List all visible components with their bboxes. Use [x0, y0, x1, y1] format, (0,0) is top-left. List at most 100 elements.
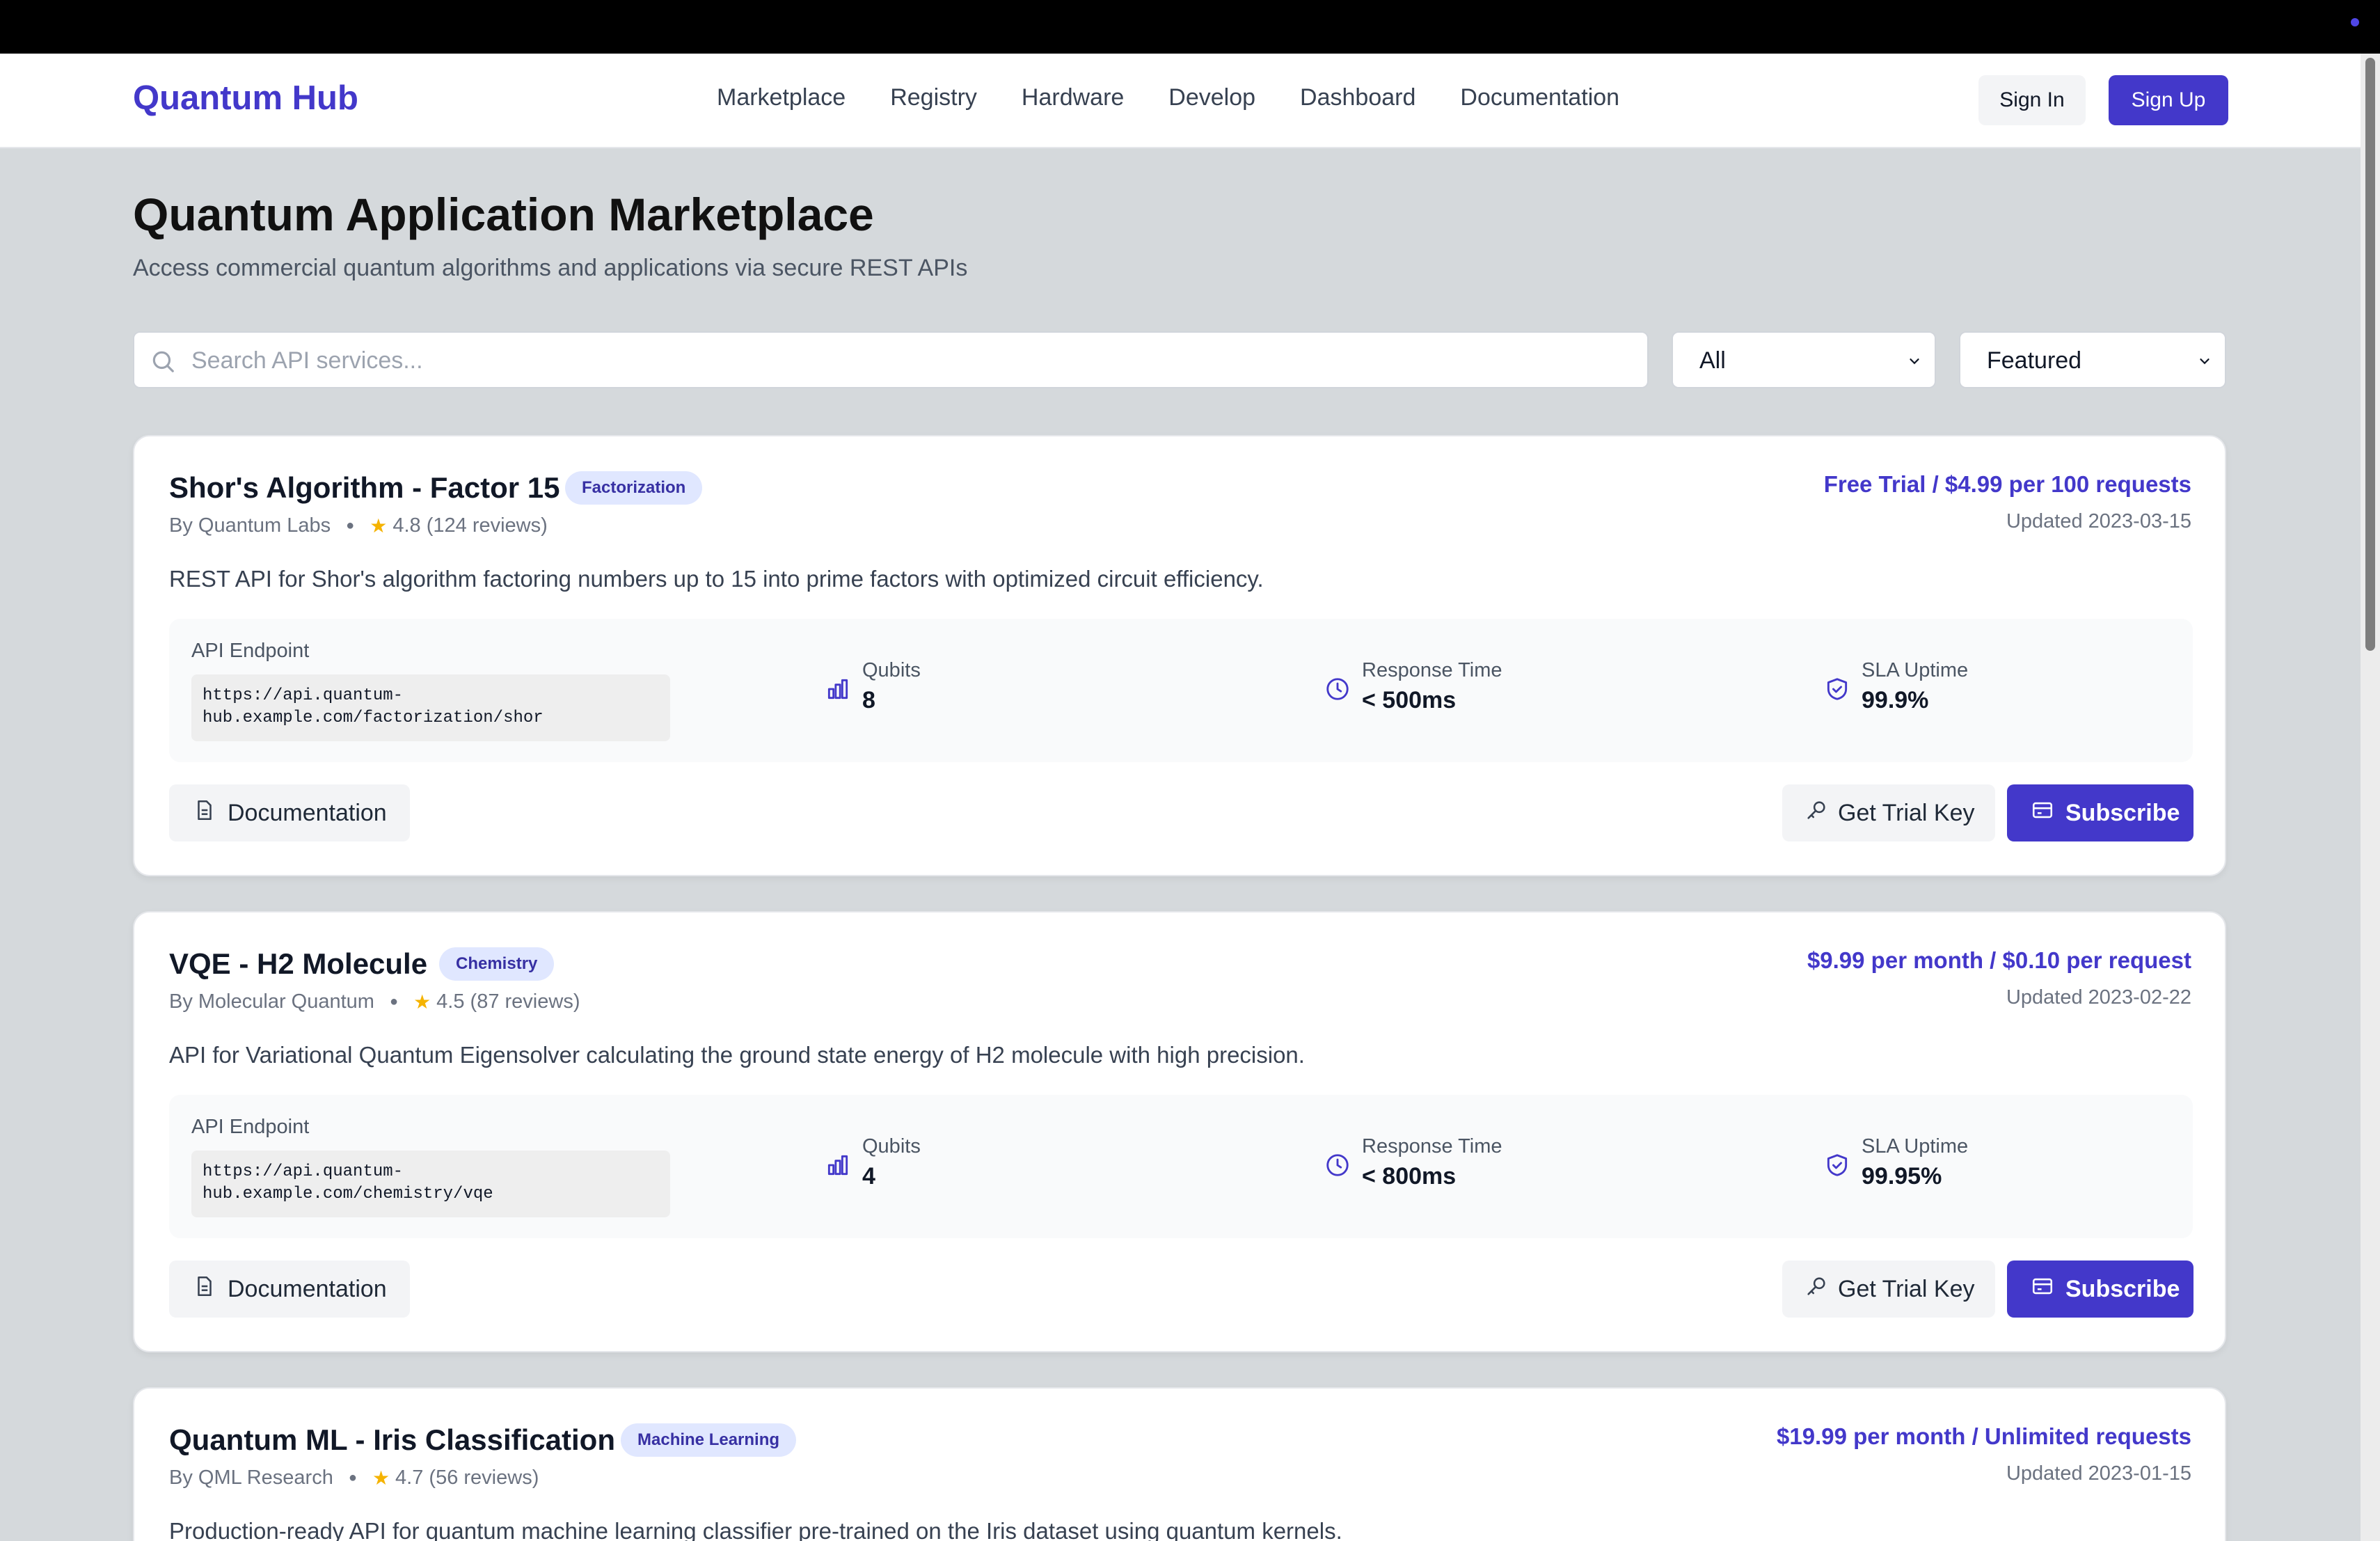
sort-select[interactable]: Featured [1959, 331, 2226, 388]
bar-chart-icon [825, 1152, 851, 1182]
star-icon: ★ [413, 991, 431, 1013]
get-trial-key-label: Get Trial Key [1838, 799, 1975, 826]
documentation-button-label: Documentation [228, 1275, 387, 1302]
get-trial-key-label: Get Trial Key [1838, 1275, 1975, 1302]
endpoint-label: API Endpoint [191, 1116, 310, 1138]
credit-card-icon [2031, 1274, 2054, 1304]
service-updated: Updated 2023-01-15 [2006, 1462, 2191, 1485]
key-icon [1804, 798, 1828, 828]
subscribe-button[interactable]: Subscribe [2007, 1261, 2193, 1318]
page-title: Quantum Application Marketplace [133, 189, 874, 240]
sla-uptime-value: 99.9% [1862, 687, 1929, 713]
service-description: Production-ready API for quantum machine… [169, 1518, 1342, 1541]
navbar: Quantum Hub Marketplace Registry Hardwar… [0, 54, 2361, 148]
documentation-button-label: Documentation [228, 799, 387, 826]
sla-uptime-label: SLA Uptime [1862, 1135, 1969, 1157]
nav-link-registry[interactable]: Registry [890, 84, 977, 111]
chevron-down-icon [1907, 354, 1922, 372]
key-icon [1804, 1274, 1828, 1304]
service-info-panel: API Endpoint https://api.quantum- hub.ex… [169, 619, 2193, 762]
service-description: REST API for Shor's algorithm factoring … [169, 566, 1264, 592]
get-trial-key-button[interactable]: Get Trial Key [1782, 1261, 1995, 1318]
response-time-value: < 500ms [1362, 687, 1457, 713]
page-subtitle: Access commercial quantum algorithms and… [133, 255, 968, 281]
service-title[interactable]: Shor's Algorithm - Factor 15 [169, 471, 560, 505]
response-time-label: Response Time [1362, 1135, 1502, 1157]
documentation-button[interactable]: Documentation [169, 784, 410, 841]
service-updated: Updated 2023-03-15 [2006, 510, 2191, 532]
clock-icon [1324, 676, 1351, 706]
endpoint-url[interactable]: https://api.quantum- hub.example.com/che… [191, 1151, 670, 1217]
endpoint-url[interactable]: https://api.quantum- hub.example.com/fac… [191, 674, 670, 741]
shield-check-icon [1824, 676, 1850, 706]
sla-uptime-value: 99.95% [1862, 1163, 1942, 1190]
sort-select-value: Featured [1987, 347, 2082, 374]
service-title[interactable]: VQE - H2 Molecule [169, 947, 427, 981]
qubits-value: 8 [862, 687, 875, 713]
service-rating: 4.8 (124 reviews) [392, 514, 548, 537]
service-card: Quantum ML - Iris Classification Machine… [133, 1387, 2226, 1541]
nav-link-documentation[interactable]: Documentation [1460, 84, 1619, 111]
service-author: By Molecular Quantum [169, 990, 374, 1013]
service-meta: By Quantum Labs ● ★ 4.8 (124 reviews) [169, 514, 548, 537]
subscribe-button-label: Subscribe [2065, 1275, 2180, 1302]
category-tag: Chemistry [439, 947, 555, 981]
service-title[interactable]: Quantum ML - Iris Classification [169, 1423, 615, 1457]
service-author: By Quantum Labs [169, 514, 331, 537]
service-card: Shor's Algorithm - Factor 15 Factorizati… [133, 435, 2226, 876]
page-scrollbar[interactable] [2361, 54, 2380, 1541]
get-trial-key-button[interactable]: Get Trial Key [1782, 784, 1995, 841]
response-time-label: Response Time [1362, 659, 1502, 681]
category-select[interactable]: All [1672, 331, 1936, 388]
qubits-value: 4 [862, 1163, 875, 1190]
category-tag: Factorization [565, 471, 703, 505]
sla-uptime-label: SLA Uptime [1862, 659, 1969, 681]
shield-check-icon [1824, 1152, 1850, 1182]
service-info-panel: API Endpoint https://api.quantum- hub.ex… [169, 1095, 2193, 1238]
brand-logo[interactable]: Quantum Hub [133, 79, 358, 118]
separator-dot: ● [348, 1470, 357, 1485]
separator-dot: ● [389, 994, 399, 1009]
service-card: VQE - H2 Molecule Chemistry By Molecular… [133, 911, 2226, 1352]
document-icon [193, 798, 216, 828]
service-updated: Updated 2023-02-22 [2006, 986, 2191, 1009]
response-time-value: < 800ms [1362, 1163, 1457, 1190]
subscribe-button-label: Subscribe [2065, 799, 2180, 826]
sign-in-button[interactable]: Sign In [1978, 75, 2086, 125]
document-icon [193, 1274, 216, 1304]
qubits-label: Qubits [862, 659, 921, 681]
search-input[interactable]: Search API services... [133, 331, 1649, 388]
nav-link-develop[interactable]: Develop [1168, 84, 1255, 111]
category-tag: Machine Learning [621, 1423, 797, 1457]
service-price: Free Trial / $4.99 per 100 requests [1823, 471, 2191, 497]
category-select-value: All [1699, 347, 1726, 374]
search-placeholder: Search API services... [191, 347, 423, 374]
star-icon: ★ [370, 515, 388, 537]
status-dot [2351, 18, 2359, 26]
service-description: API for Variational Quantum Eigensolver … [169, 1042, 1305, 1068]
service-price: $9.99 per month / $0.10 per request [1807, 947, 2191, 973]
nav-link-marketplace[interactable]: Marketplace [717, 84, 846, 111]
search-icon [150, 348, 176, 378]
credit-card-icon [2031, 798, 2054, 828]
nav-link-hardware[interactable]: Hardware [1022, 84, 1124, 111]
documentation-button[interactable]: Documentation [169, 1261, 410, 1318]
bar-chart-icon [825, 676, 851, 706]
service-meta: By QML Research ● ★ 4.7 (56 reviews) [169, 1467, 539, 1489]
star-icon: ★ [372, 1467, 390, 1489]
service-meta: By Molecular Quantum ● ★ 4.5 (87 reviews… [169, 990, 580, 1013]
subscribe-button[interactable]: Subscribe [2007, 784, 2193, 841]
separator-dot: ● [346, 518, 355, 533]
scrollbar-thumb[interactable] [2365, 58, 2375, 651]
service-rating: 4.7 (56 reviews) [395, 1467, 539, 1489]
sign-up-button[interactable]: Sign Up [2109, 75, 2228, 125]
service-author: By QML Research [169, 1467, 333, 1489]
nav-links: Marketplace Registry Hardware Develop Da… [717, 84, 1619, 111]
service-price: $19.99 per month / Unlimited requests [1777, 1423, 2191, 1449]
service-rating: 4.5 (87 reviews) [436, 990, 580, 1013]
nav-link-dashboard[interactable]: Dashboard [1300, 84, 1415, 111]
chevron-down-icon [2197, 354, 2212, 372]
endpoint-label: API Endpoint [191, 640, 310, 662]
qubits-label: Qubits [862, 1135, 921, 1157]
browser-top-bar [0, 0, 2380, 54]
